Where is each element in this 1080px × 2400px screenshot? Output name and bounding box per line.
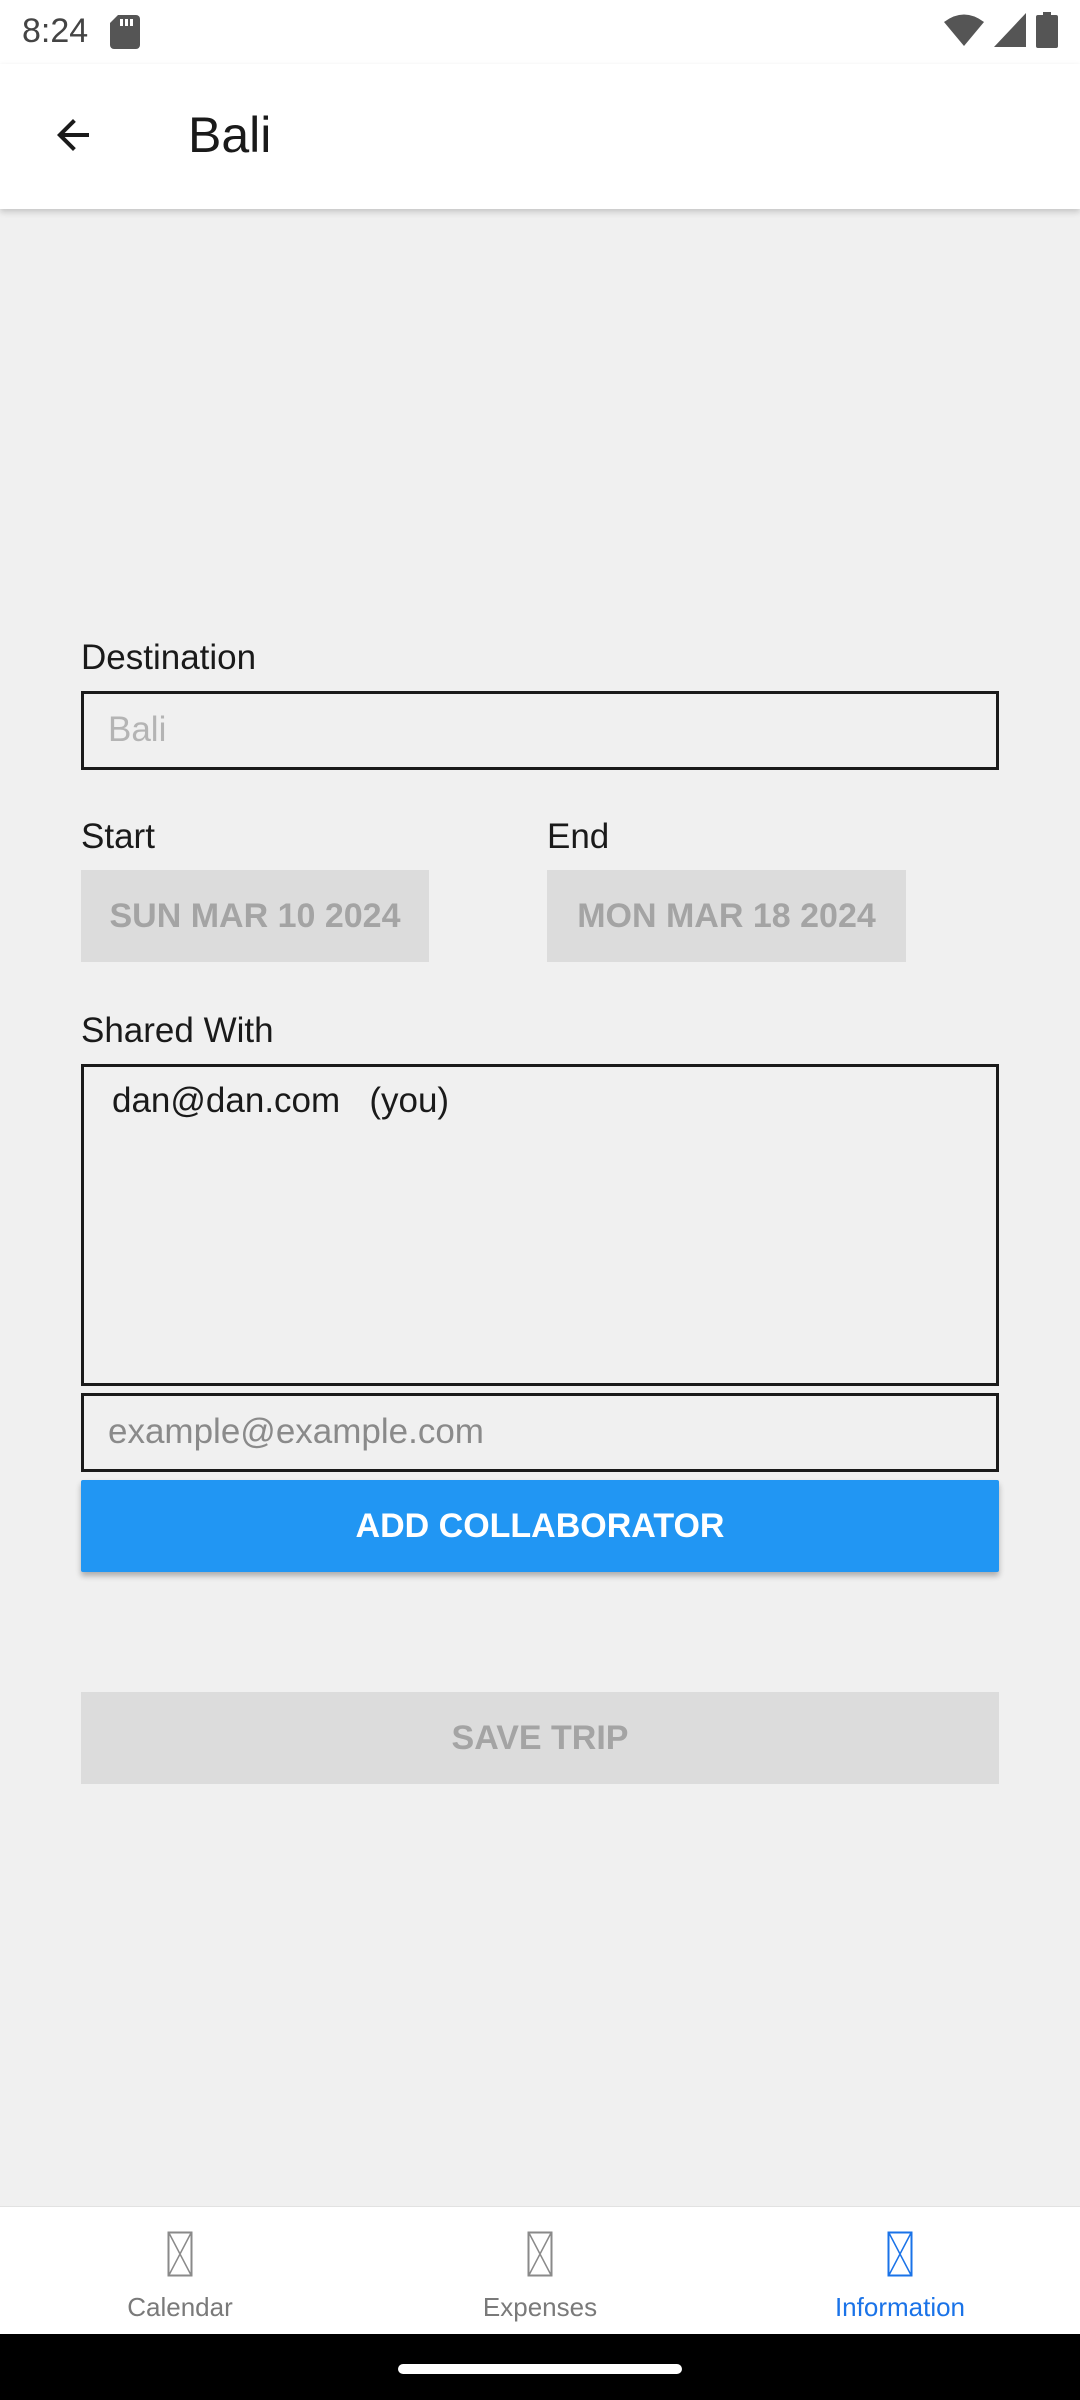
nav-item-calendar[interactable]: Calendar (0, 2207, 360, 2335)
expenses-icon (527, 2231, 553, 2282)
start-date-button[interactable]: SUN MAR 10 2024 (81, 870, 429, 962)
email-field[interactable]: example@example.com (81, 1393, 999, 1472)
bottom-nav: Calendar Expenses Information (0, 2206, 1080, 2335)
nav-item-expenses[interactable]: Expenses (360, 2207, 720, 2335)
list-item: dan@dan.com (you) (112, 1081, 450, 1120)
wifi-icon (944, 13, 984, 52)
back-button[interactable] (40, 104, 106, 170)
signal-icon (994, 13, 1026, 52)
add-collaborator-button[interactable]: ADD COLLABORATOR (81, 1480, 999, 1572)
shared-with-label: Shared With (81, 1011, 274, 1050)
end-label: End (547, 817, 610, 856)
status-time: 8:24 (22, 12, 89, 50)
page-title: Bali (188, 107, 272, 163)
nav-item-information[interactable]: Information (720, 2207, 1080, 2335)
arrow-back-icon (49, 111, 97, 164)
email-placeholder: example@example.com (108, 1412, 484, 1451)
sd-card-icon (110, 15, 140, 54)
collaborator-list: dan@dan.com (you) (81, 1064, 999, 1386)
destination-placeholder: Bali (108, 710, 167, 749)
nav-label-information: Information (834, 2292, 966, 2322)
destination-input[interactable]: Bali (81, 691, 999, 770)
nav-label-calendar: Calendar (127, 2292, 233, 2322)
nav-label-expenses: Expenses (482, 2292, 598, 2322)
destination-label: Destination (81, 638, 257, 677)
start-label: Start (81, 817, 155, 856)
home-handle[interactable] (398, 2364, 682, 2374)
calendar-icon (167, 2231, 193, 2282)
gesture-bar (0, 2334, 1080, 2400)
information-icon (887, 2231, 913, 2282)
app-bar: Bali (0, 64, 1080, 209)
battery-icon (1036, 12, 1058, 53)
status-bar: 8:24 (0, 0, 1080, 64)
end-date-button[interactable]: MON MAR 18 2024 (547, 870, 906, 962)
save-trip-button[interactable]: SAVE TRIP (81, 1692, 999, 1784)
